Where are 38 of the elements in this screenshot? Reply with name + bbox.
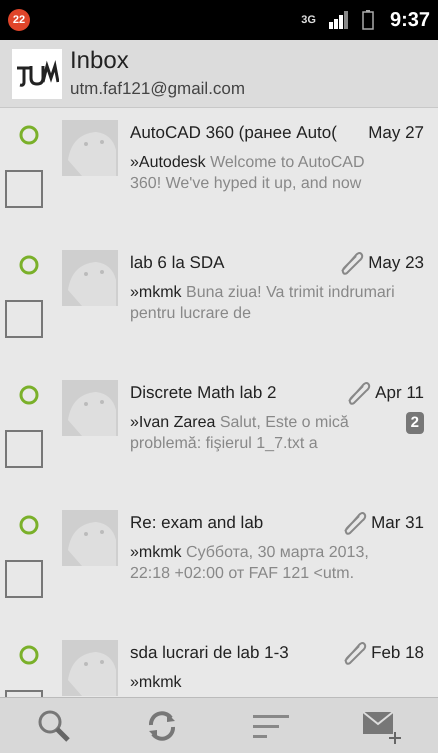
status-ring-icon [18,384,40,406]
message-snippet: »Autodesk Welcome to AutoCAD 360! We've hyped it up, and now [130,152,366,194]
select-checkbox[interactable] [5,300,43,338]
thread-count: 2 [406,412,424,434]
message-subject: Discrete Math lab 2 [130,382,278,404]
select-checkbox[interactable] [5,560,43,598]
account-email: utm.faf121@gmail.com [70,78,246,100]
message-subject: lab 6 la SDA [130,252,226,274]
select-checkbox[interactable] [5,170,43,208]
message-subject: Re: exam and lab [130,512,264,534]
app-logo[interactable] [12,48,62,98]
message-subject: sda lucrari de lab 1-3 [130,642,290,664]
notification-badge: 22 [8,9,30,31]
message-date: Mar 31 [371,512,424,534]
mailbox-title: Inbox [70,46,130,76]
status-ring-icon [18,124,40,146]
avatar-placeholder-icon [62,380,118,436]
message-date: Apr 11 [375,382,424,404]
message-snippet: »Ivan Zarea Salut, Este o mică problemă: fişierul 1_7.txt a [130,412,350,454]
message-date: May 27 [368,122,424,144]
message-subject: AutoCAD 360 (ранее Auto( [130,122,338,144]
status-ring-icon [18,514,40,536]
message-date: May 23 [368,252,424,274]
avatar-placeholder-icon [62,120,118,176]
message-date: Feb 18 [371,642,424,664]
network-type: 3G [301,14,316,26]
avatar-placeholder-icon [62,250,118,306]
clock: 9:37 [390,8,430,33]
message-snippet: »mkmk Суббота, 30 марта 2013, 22:18 +02:00 от FAF 121 <utm. [130,542,370,584]
status-ring-icon [18,644,40,666]
battery-icon [362,10,374,30]
search-icon[interactable] [37,708,71,742]
message-snippet: »mkmk Buna ziua! Va trimit indrumari pentru lucrare de [130,282,396,324]
signal-icon [328,11,350,29]
select-checkbox[interactable] [5,430,43,468]
status-ring-icon [18,254,40,276]
message-snippet: »mkmk [130,672,183,692]
avatar-placeholder-icon [62,510,118,566]
